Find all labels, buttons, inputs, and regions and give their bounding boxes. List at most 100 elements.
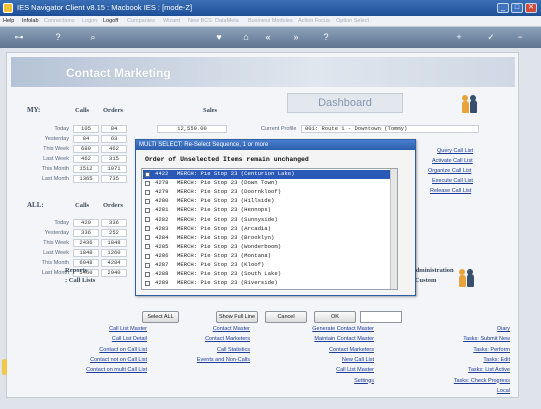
toolbar: ⊶ ? ⌕ ♥ ⌂ « » ? + ✓ −	[0, 27, 541, 48]
bottom-link-col4[interactable]: Tasks: List Active	[468, 367, 510, 373]
list-item-checkbox[interactable]	[145, 271, 150, 277]
users-icon	[460, 95, 480, 113]
heart-icon[interactable]: ♥	[213, 32, 225, 43]
bottom-link-col3[interactable]: Contact Marketers	[329, 347, 374, 353]
list-item-checkbox[interactable]	[145, 253, 150, 259]
list-item[interactable]: 4285 MERCH: Pie Stop 23 (Wonderboom)	[143, 243, 391, 252]
bottom-link-col2[interactable]: Events and Non-Calls	[197, 357, 250, 363]
activate-call-list-link[interactable]: Activate Call List	[432, 158, 473, 164]
remove-icon[interactable]: −	[514, 32, 526, 43]
cancel-button[interactable]: Cancel	[265, 311, 307, 323]
my-orders-cell: 315	[101, 155, 127, 163]
add-icon[interactable]: +	[453, 32, 465, 43]
list-item-checkbox[interactable]	[145, 198, 150, 204]
organize-call-list-link[interactable]: Organize Call List	[428, 168, 471, 174]
bottom-link-col2[interactable]: Contact Marketers	[205, 336, 250, 342]
help-icon[interactable]: ?	[52, 32, 64, 43]
menu-datameta[interactable]: DataMeta	[215, 18, 239, 24]
list-item-code: 4286	[155, 251, 169, 259]
list-item[interactable]: 4283 MERCH: Pie Stop 23 (Arcadia)	[143, 225, 391, 234]
list-item[interactable]: 4281 MERCH: Pie Stop 23 (Hennops)	[143, 206, 391, 215]
bottom-link-col1[interactable]: Call List Master	[109, 326, 147, 332]
menu-action-focus[interactable]: Action Focus	[298, 18, 330, 24]
bottom-link-col3[interactable]: Generate Contact Master	[312, 326, 374, 332]
my-calls-cell: 1512	[73, 165, 99, 173]
list-item[interactable]: 4280 MERCH: Pie Stop 23 (Hillside)	[143, 197, 391, 206]
bottom-link-col4[interactable]: Diary	[497, 326, 510, 332]
ok-button[interactable]: OK	[314, 311, 356, 323]
close-button[interactable]: ✕	[525, 3, 537, 13]
list-item[interactable]: 4279 MERCH: Pie Stop 23 (Doornkloof)	[143, 188, 391, 197]
search-icon[interactable]: ⌕	[87, 32, 99, 43]
menu-new-bcs[interactable]: New BCS	[188, 18, 212, 24]
minimize-button[interactable]: _	[497, 3, 509, 13]
forward-icon[interactable]: »	[290, 32, 302, 43]
list-item[interactable]: 4289 MERCH: Pie Stop 23 (Riverside)	[143, 279, 391, 288]
list-item[interactable]: 4282 MERCH: Pie Stop 23 (Sunnyside)	[143, 216, 391, 225]
maximize-button[interactable]: □	[511, 3, 523, 13]
menu-wizard[interactable]: Wizard	[163, 18, 180, 24]
bottom-link-col4[interactable]: Tasks: Perform	[473, 347, 510, 353]
menu-help[interactable]: Help	[3, 18, 14, 24]
select-all-button[interactable]: Select ALL	[142, 311, 179, 323]
side-tab-icon[interactable]	[2, 359, 7, 375]
menu-connections[interactable]: Connections	[44, 18, 75, 24]
menu-companies[interactable]: Companies	[127, 18, 155, 24]
list-item-checkbox[interactable]	[145, 208, 150, 214]
show-full-line-button[interactable]: Show Full Line	[216, 311, 258, 323]
module-title: Contact Marketing	[66, 66, 171, 80]
list-item[interactable]: 4286 MERCH: Pie Stop 23 (Montana)	[143, 252, 391, 261]
menu-logoff[interactable]: Logoff	[103, 18, 118, 24]
bottom-link-col4[interactable]: Tasks: Check Progress	[454, 378, 510, 384]
menu-business-modules[interactable]: Business Modules	[248, 18, 293, 24]
home-icon[interactable]: ⌂	[240, 32, 252, 43]
bottom-link-col1[interactable]: Contact not on Call List	[90, 357, 147, 363]
list-item-checkbox[interactable]	[145, 189, 150, 195]
list-item-text: MERCH: Pie Stop 23 (Riverside)	[177, 279, 278, 287]
bottom-link-col1[interactable]: Contact on Call List	[99, 347, 147, 353]
ok-field[interactable]	[360, 311, 402, 323]
list-item-code: 4282	[155, 215, 169, 223]
bottom-link-col4[interactable]: Tasks: Edit	[483, 357, 510, 363]
list-item-checkbox[interactable]	[145, 244, 150, 250]
bottom-link-col1[interactable]: Call List Detail	[112, 336, 147, 342]
help-icon-2[interactable]: ?	[320, 32, 332, 43]
menu-infolab[interactable]: Infolab	[22, 18, 39, 24]
list-item-checkbox[interactable]	[145, 180, 150, 186]
bottom-link-col2[interactable]: Call Statistics	[217, 347, 250, 353]
list-item-checkbox[interactable]	[145, 280, 150, 286]
profile-value[interactable]: 001: Route 1 - Downtown (Tommy)	[301, 125, 479, 133]
list-item-checkbox[interactable]	[145, 217, 150, 223]
bottom-link-col1[interactable]: Contact on multi Call List	[86, 367, 147, 373]
bottom-link-col4[interactable]: Tasks: Submit New	[463, 336, 510, 342]
list-item-checkbox[interactable]	[145, 235, 150, 241]
list-item[interactable]: 4288 MERCH: Pie Stop 23 (South Lake)	[143, 270, 391, 279]
dialog-subtitle: Order of Unselected Items remain unchang…	[145, 156, 309, 163]
list-item[interactable]: 4422 MERCH: Pie Stop 23 (Centurion Lake)	[143, 170, 391, 179]
my-calls-cell: 105	[73, 125, 99, 133]
execute-call-list-link[interactable]: Execute Call List	[432, 178, 473, 184]
back-icon[interactable]: «	[262, 32, 274, 43]
my-row-label: This Week	[43, 146, 69, 152]
bottom-link-col3[interactable]: Settings	[354, 378, 374, 384]
list-item[interactable]: 4284 MERCH: Pie Stop 23 (Brooklyn)	[143, 234, 391, 243]
listbox-scrollbar[interactable]	[390, 169, 397, 289]
list-item[interactable]: 4287 MERCH: Pie Stop 23 (Kloof)	[143, 261, 391, 270]
list-item[interactable]: 4278 MERCH: Pie Stop 23 (Down Town)	[143, 179, 391, 188]
menu-logon[interactable]: Logon	[82, 18, 97, 24]
list-item-checkbox[interactable]	[145, 171, 150, 177]
bottom-link-col4[interactable]: Local	[497, 388, 510, 394]
query-call-list-link[interactable]: Query Call List	[437, 148, 473, 154]
menu-option-select[interactable]: Option Select	[336, 18, 369, 24]
list-item-checkbox[interactable]	[145, 226, 150, 232]
key-icon[interactable]: ⊶	[8, 32, 30, 43]
my-calls-cell: 462	[73, 155, 99, 163]
bottom-link-col3[interactable]: New Call List	[342, 357, 374, 363]
check-icon[interactable]: ✓	[485, 32, 497, 43]
sequence-listbox[interactable]: 4422 MERCH: Pie Stop 23 (Centurion Lake) 4…	[141, 168, 398, 290]
bottom-link-col3[interactable]: Maintain Contact Master	[314, 336, 374, 342]
release-call-list-link[interactable]: Release Call List	[430, 188, 471, 194]
bottom-link-col3[interactable]: Call List Master	[336, 367, 374, 373]
bottom-link-col2[interactable]: Contact Master	[213, 326, 250, 332]
list-item-checkbox[interactable]	[145, 262, 150, 268]
